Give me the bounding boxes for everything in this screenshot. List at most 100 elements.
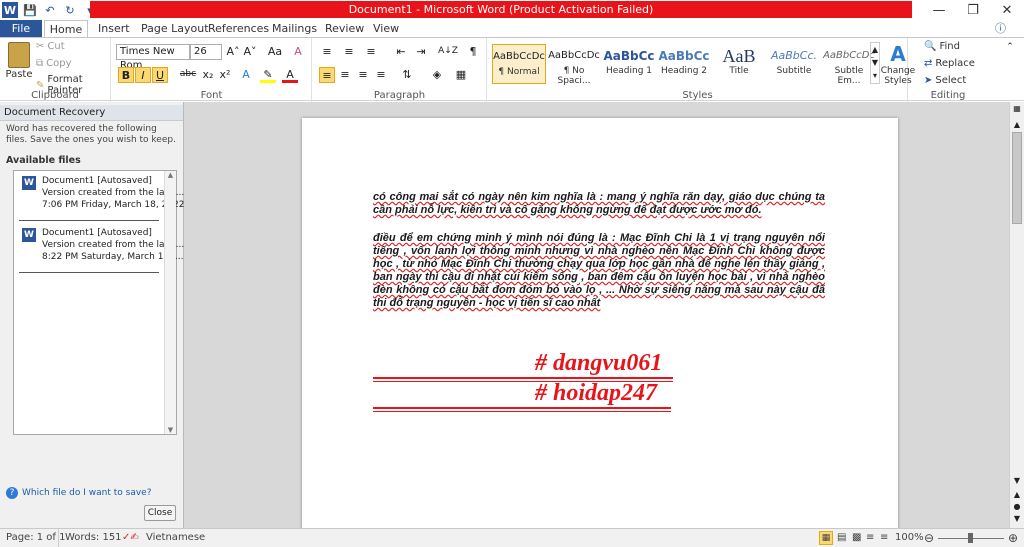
clipboard-group: Paste ✂ Cut ⧉ Copy ✎ Format Painter Clipboa…	[0, 38, 111, 102]
tab-insert[interactable]: Insert	[98, 20, 130, 38]
recovered-file-item[interactable]: W Document1 [Autosaved] Version created …	[14, 223, 184, 273]
underline-button[interactable]: U	[152, 67, 168, 83]
style-subtle-emphasis[interactable]: AaBbCcDc Subtle Em...	[822, 44, 876, 86]
outline-icon[interactable]: ≡	[866, 529, 874, 547]
style-heading-1[interactable]: AaBbCc Heading 1	[602, 44, 656, 84]
style-subtitle[interactable]: AaBbCc. Subtitle	[767, 44, 821, 84]
zoom-in-icon[interactable]: ⊕	[1008, 529, 1018, 547]
draft-icon[interactable]: ≡	[880, 529, 888, 547]
hashtag-1[interactable]: # dangvu061	[535, 350, 662, 377]
paragraph-1[interactable]: có công mai sắt có ngày nên kim nghĩa là…	[373, 191, 825, 217]
ribbon-tabs: File Home Insert Page Layout References …	[0, 20, 1024, 39]
close-icon[interactable]: ✕	[990, 0, 1024, 20]
close-button[interactable]: Close	[144, 505, 176, 521]
grow-font-button[interactable]: A˄	[225, 44, 241, 60]
align-right-icon[interactable]: ≡	[355, 67, 371, 83]
hashtag-2[interactable]: # hoidap247	[535, 380, 657, 407]
styles-scroll-icon[interactable]: ▲ ▼ ▾	[870, 42, 880, 84]
list-scrollbar[interactable]: ▲ ▼	[164, 171, 176, 434]
tab-page-layout[interactable]: Page Layout	[141, 20, 209, 38]
previous-page-icon[interactable]: ▲	[1011, 490, 1023, 500]
language[interactable]: Vietnamese	[146, 529, 205, 547]
next-page-icon[interactable]: ▼	[1011, 514, 1023, 524]
replace-icon: ⇄	[924, 58, 933, 69]
borders-icon[interactable]: ▦	[453, 67, 469, 83]
zoom-out-icon[interactable]: ⊖	[924, 529, 934, 547]
font-color-icon[interactable]: A	[282, 67, 298, 83]
cut-button[interactable]: ✂ Cut	[36, 41, 65, 52]
help-icon[interactable]: ⓘ	[995, 20, 1006, 38]
redo-icon[interactable]: ↻	[62, 2, 78, 18]
font-size-combo[interactable]: 26	[190, 44, 222, 60]
full-screen-reading-icon[interactable]: ▤	[837, 529, 846, 547]
page-count[interactable]: Page: 1 of 1	[6, 529, 65, 547]
increase-indent-icon[interactable]: ⇥	[413, 44, 429, 60]
sort-button[interactable]: A↓Z	[437, 44, 459, 60]
tab-references[interactable]: References	[208, 20, 269, 38]
find-button[interactable]: 🔍 Find	[924, 41, 960, 52]
word-count[interactable]: Words: 151	[58, 529, 122, 547]
style-heading-2[interactable]: AaBbCc Heading 2	[657, 44, 711, 84]
scroll-thumb[interactable]	[1012, 132, 1022, 224]
cursor-icon: ➤	[924, 75, 933, 86]
decrease-indent-icon[interactable]: ⇤	[393, 44, 409, 60]
align-center-icon[interactable]: ≡	[337, 67, 353, 83]
style-normal[interactable]: AaBbCcDc ¶ Normal	[492, 44, 546, 84]
tab-file[interactable]: File	[0, 20, 42, 38]
word-app-icon[interactable]: W	[2, 2, 18, 18]
minimize-icon[interactable]: —	[922, 0, 956, 20]
font-name-combo[interactable]: Times New Rom	[116, 44, 190, 71]
highlight-icon[interactable]: ✎	[260, 67, 276, 83]
restore-icon[interactable]: ❐	[956, 0, 990, 20]
collapse-ribbon-icon[interactable]: ⌃	[1002, 40, 1018, 56]
scroll-up-icon[interactable]: ▲	[1011, 120, 1023, 130]
copy-button[interactable]: ⧉ Copy	[36, 58, 72, 69]
text-effects-icon[interactable]: A	[238, 67, 254, 83]
strikethrough-button[interactable]: abc	[178, 67, 198, 83]
change-case-button[interactable]: Aa	[264, 44, 286, 60]
paste-button[interactable]: Paste	[6, 42, 33, 80]
select-button[interactable]: ➤ Select	[924, 75, 966, 86]
show-formatting-button[interactable]: ¶	[465, 44, 481, 60]
zoom-slider-thumb[interactable]	[968, 533, 973, 543]
web-layout-icon[interactable]: ▩	[852, 529, 861, 547]
align-left-icon[interactable]: ≡	[319, 67, 335, 83]
style-title[interactable]: AaB Title	[712, 44, 766, 84]
zoom-level[interactable]: 100%	[895, 529, 924, 547]
paragraph-group: ≡ ≡ ≡ ⇤ ⇥ A↓Z ¶ ≡ ≡ ≡ ≡ ⇅ ◈ ▦ Paragraph	[313, 38, 487, 102]
paragraph-2[interactable]: điều để em chứng minh ý mình nói đúng là…	[373, 232, 825, 310]
browse-object-icon[interactable]: ●	[1011, 502, 1023, 512]
paragraph-group-label: Paragraph	[373, 90, 426, 101]
scroll-down-icon[interactable]: ▼	[1011, 476, 1023, 486]
shading-icon[interactable]: ◈	[429, 67, 445, 83]
replace-button[interactable]: ⇄ Replace	[924, 58, 975, 69]
bold-button[interactable]: B	[118, 67, 134, 83]
numbering-icon[interactable]: ≡	[341, 44, 357, 60]
superscript-button[interactable]: x²	[217, 67, 233, 83]
tab-review[interactable]: Review	[325, 20, 364, 38]
tab-view[interactable]: View	[373, 20, 399, 38]
undo-icon[interactable]: ↶	[42, 2, 58, 18]
recovered-file-item[interactable]: W Document1 [Autosaved] Version created …	[14, 171, 185, 221]
vertical-scrollbar[interactable]: ▦ ▲ ▼ ▲ ● ▼	[1009, 102, 1024, 528]
italic-button[interactable]: I	[135, 67, 151, 83]
subscript-button[interactable]: x₂	[200, 67, 216, 83]
proofing-icon[interactable]: ✓✍	[122, 529, 139, 547]
clear-formatting-button[interactable]: A	[290, 44, 306, 60]
document-page[interactable]	[302, 118, 898, 538]
window-title: Document1 - Microsoft Word (Product Acti…	[90, 1, 912, 18]
line-spacing-icon[interactable]: ⇅	[399, 67, 415, 83]
shrink-font-button[interactable]: A˅	[242, 44, 258, 60]
which-file-link[interactable]: ? Which file do I want to save?	[6, 487, 152, 499]
save-icon[interactable]: 💾	[22, 2, 38, 18]
bullets-icon[interactable]: ≡	[319, 44, 335, 60]
ruler-toggle-icon[interactable]: ▦	[1012, 104, 1022, 114]
tab-mailings[interactable]: Mailings	[272, 20, 317, 38]
print-layout-icon[interactable]: ▦	[819, 531, 833, 545]
justify-icon[interactable]: ≡	[373, 67, 389, 83]
multilevel-list-icon[interactable]: ≡	[363, 44, 379, 60]
paste-icon	[8, 42, 30, 68]
list-divider	[19, 272, 159, 273]
style-no-spacing[interactable]: AaBbCcDc ¶ No Spaci...	[547, 44, 601, 86]
change-styles-button[interactable]: A Change Styles	[881, 42, 915, 86]
